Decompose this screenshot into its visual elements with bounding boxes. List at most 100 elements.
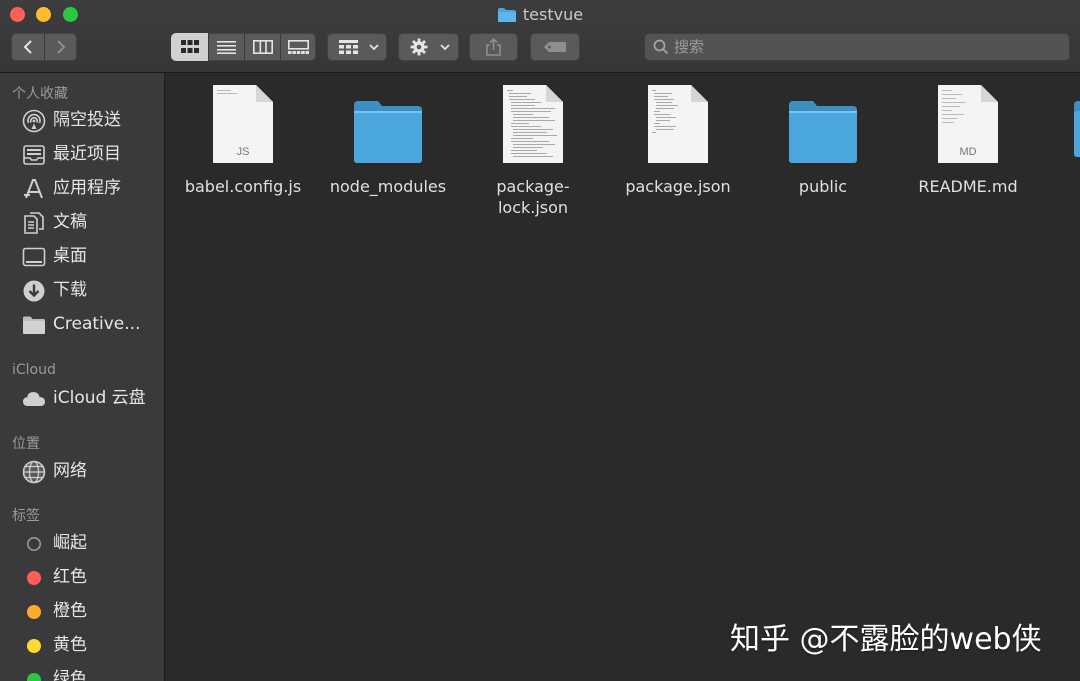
gallery-view-button[interactable] bbox=[281, 33, 316, 61]
window-title-text: testvue bbox=[522, 5, 584, 24]
sidebar-item-airdrop[interactable]: 隔空投送 bbox=[22, 106, 162, 134]
toolbar: testvue bbox=[0, 0, 1080, 73]
documents-icon bbox=[24, 212, 44, 234]
share-button[interactable] bbox=[469, 33, 518, 61]
sidebar-item-label: 文稿 bbox=[53, 212, 87, 232]
column-view-button[interactable] bbox=[245, 33, 280, 61]
share-icon bbox=[486, 38, 501, 56]
columns-icon bbox=[253, 40, 273, 54]
sidebar-item-label: 最近项目 bbox=[53, 144, 121, 164]
sidebar-item-label: 橙色 bbox=[53, 601, 87, 621]
airdrop-icon bbox=[22, 109, 46, 133]
file-name: babel.config.js bbox=[184, 177, 302, 196]
sidebar-item-label: iCloud 云盘 bbox=[53, 388, 146, 408]
back-button[interactable] bbox=[11, 33, 44, 61]
gallery-icon bbox=[288, 40, 309, 54]
icloud-header: iCloud bbox=[12, 362, 56, 378]
tag-button[interactable] bbox=[530, 33, 580, 61]
folder-icon bbox=[23, 316, 45, 334]
sidebar-item-label: 红色 bbox=[53, 567, 87, 587]
network-icon bbox=[22, 460, 46, 484]
desktop-icon bbox=[22, 247, 46, 267]
chevron-down-icon bbox=[369, 44, 379, 51]
json-document-icon bbox=[503, 85, 563, 163]
folder-item[interactable]: node_modules bbox=[318, 83, 458, 233]
tag-color-dot bbox=[27, 673, 41, 681]
finder-window: testvue 搜索 个人收藏 隔空投送 最近项目 应用程序 文稿 桌面 下载 … bbox=[0, 0, 1080, 681]
group-icon bbox=[339, 40, 358, 54]
file-name: README.md bbox=[918, 177, 1018, 196]
sidebar-tag-red[interactable]: 红色 bbox=[22, 563, 162, 591]
gear-icon bbox=[410, 38, 428, 56]
forward-button[interactable] bbox=[45, 33, 77, 61]
tag-icon bbox=[544, 42, 566, 52]
sidebar-item-applications[interactable]: 应用程序 bbox=[22, 174, 162, 202]
sidebar-item-creative-folder[interactable]: Creative... bbox=[22, 310, 162, 338]
file-item[interactable]: package.json bbox=[608, 83, 748, 233]
list-icon bbox=[217, 41, 236, 54]
sidebar-tag-green[interactable]: 绿色 bbox=[22, 665, 162, 681]
file-badge: JS bbox=[237, 146, 250, 158]
file-name: node_modules bbox=[329, 177, 447, 196]
sidebar-tag-rise[interactable]: 崛起 bbox=[22, 529, 162, 557]
sidebar-item-label: 应用程序 bbox=[53, 178, 121, 198]
view-mode-control bbox=[171, 33, 316, 61]
file-item[interactable]: JS babel.config.js bbox=[173, 83, 313, 233]
tag-color-dot bbox=[27, 639, 41, 653]
cloud-icon bbox=[23, 392, 45, 406]
sidebar-tag-yellow[interactable]: 黄色 bbox=[22, 631, 162, 659]
sidebar-item-label: 黄色 bbox=[53, 635, 87, 655]
tag-color-dot bbox=[27, 571, 41, 585]
sidebar-item-label: 崛起 bbox=[53, 533, 87, 553]
chevron-left-icon bbox=[23, 40, 32, 54]
sidebar-item-desktop[interactable]: 桌面 bbox=[22, 242, 162, 270]
watermark-text: 知乎 @不露脸的web侠 bbox=[730, 622, 1042, 657]
sidebar-item-network[interactable]: 网络 bbox=[22, 457, 162, 485]
folder-item-partial[interactable] bbox=[1073, 101, 1080, 157]
sidebar-item-icloud-drive[interactable]: iCloud 云盘 bbox=[22, 384, 162, 412]
folder-item[interactable]: public bbox=[753, 83, 893, 233]
tag-color-dot bbox=[27, 605, 41, 619]
icon-view-button[interactable] bbox=[171, 33, 208, 61]
json-document-icon bbox=[648, 85, 708, 163]
sidebar: 个人收藏 隔空投送 最近项目 应用程序 文稿 桌面 下载 Creative...… bbox=[0, 73, 165, 681]
file-item[interactable]: MD README.md bbox=[898, 83, 1038, 233]
sidebar-item-recents[interactable]: 最近项目 bbox=[22, 140, 162, 168]
sidebar-item-label: 隔空投送 bbox=[53, 110, 121, 130]
downloads-icon bbox=[23, 280, 45, 302]
locations-header: 位置 bbox=[12, 436, 40, 452]
group-by-button[interactable] bbox=[327, 33, 387, 61]
chevron-right-icon bbox=[57, 40, 66, 54]
folder-icon bbox=[497, 8, 516, 22]
folder-icon bbox=[1074, 101, 1080, 157]
chevron-down-icon bbox=[440, 44, 450, 51]
search-field[interactable] bbox=[644, 33, 1070, 61]
favorites-header: 个人收藏 bbox=[12, 86, 68, 102]
sidebar-item-label: Creative... bbox=[53, 314, 141, 334]
file-name: public bbox=[798, 177, 848, 196]
search-icon bbox=[653, 39, 669, 55]
sidebar-item-label: 网络 bbox=[53, 461, 87, 481]
md-document-icon: MD bbox=[938, 85, 998, 163]
js-document-icon: JS bbox=[213, 85, 273, 163]
applications-icon bbox=[24, 179, 43, 199]
file-item[interactable]: package- lock.json bbox=[463, 83, 603, 233]
file-badge: MD bbox=[959, 146, 976, 158]
sidebar-item-label: 绿色 bbox=[53, 669, 87, 681]
sidebar-tag-orange[interactable]: 橙色 bbox=[22, 597, 162, 625]
tag-color-dot bbox=[27, 537, 41, 551]
action-button[interactable] bbox=[398, 33, 459, 61]
sidebar-item-documents[interactable]: 文稿 bbox=[22, 208, 162, 236]
tags-header: 标签 bbox=[12, 508, 40, 524]
recents-icon bbox=[23, 145, 45, 165]
file-grid: JS babel.config.js node_modules package-… bbox=[165, 73, 1080, 681]
file-name: package- lock.json bbox=[496, 177, 570, 217]
sidebar-item-label: 下载 bbox=[53, 280, 87, 300]
grid-icon bbox=[181, 40, 199, 53]
folder-icon bbox=[354, 101, 422, 163]
sidebar-item-downloads[interactable]: 下载 bbox=[22, 276, 162, 304]
list-view-button[interactable] bbox=[209, 33, 244, 61]
search-input[interactable] bbox=[674, 33, 1054, 61]
window-title: testvue bbox=[0, 5, 1080, 25]
sidebar-item-label: 桌面 bbox=[53, 246, 87, 266]
